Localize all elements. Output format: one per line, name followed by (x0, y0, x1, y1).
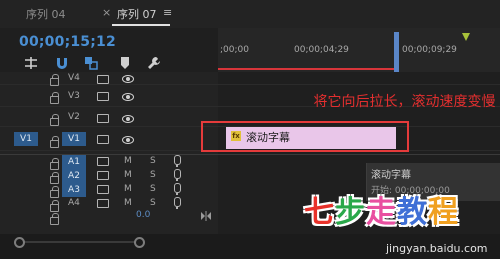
snap-magnet-icon[interactable] (54, 55, 70, 71)
mic-icon[interactable] (174, 183, 181, 195)
ruler-label-end: 00;00;09;29 (402, 45, 457, 55)
ruler-label-start: ;00;00 (220, 45, 249, 55)
eye-icon[interactable] (122, 93, 134, 101)
track-target-v1[interactable]: V1 (62, 132, 86, 146)
marker-icon[interactable] (462, 33, 470, 41)
insert-overwrite-icon[interactable] (23, 55, 39, 71)
tab-close-icon[interactable]: × (102, 6, 111, 19)
zoom-handle-left[interactable] (14, 237, 25, 248)
lock-icon[interactable] (50, 158, 59, 170)
lock-icon[interactable] (50, 186, 59, 198)
eye-icon[interactable] (122, 136, 134, 144)
tooltip-title: 滚动字幕 (371, 170, 411, 181)
lock-icon[interactable] (50, 92, 59, 104)
lock-icon[interactable] (50, 74, 59, 86)
watermark-url: jingyan.baidu.com (386, 242, 488, 255)
mic-icon[interactable] (174, 155, 181, 167)
track-label-v2: V2 (68, 112, 80, 122)
go-to-end-icon[interactable] (200, 211, 212, 221)
sync-lock-icon[interactable] (97, 185, 109, 194)
track-target-a1[interactable]: A1 (62, 155, 86, 169)
track-label-v3: V3 (68, 91, 80, 101)
track-label-a4: A4 (68, 198, 80, 208)
solo-button[interactable]: S (150, 170, 156, 180)
playhead-handle[interactable] (394, 32, 399, 72)
watermark-char: 七 (304, 195, 335, 230)
lock-icon[interactable] (50, 213, 59, 225)
solo-button[interactable]: S (150, 198, 156, 208)
track-target-a2[interactable]: A2 (62, 169, 86, 183)
mute-button[interactable]: M (124, 156, 132, 166)
add-marker-icon[interactable] (117, 55, 133, 71)
track-headers (0, 72, 218, 234)
watermark-char: 步 (335, 195, 366, 230)
playhead-timecode[interactable]: 00;00;15;12 (19, 34, 116, 50)
time-ruler[interactable]: ;00;00 00;00;04;29 00;00;09;29 (218, 28, 500, 73)
lock-icon[interactable] (50, 136, 59, 148)
lock-icon[interactable] (50, 114, 59, 126)
wrench-icon[interactable] (146, 55, 162, 71)
track-target-a3[interactable]: A3 (62, 183, 86, 197)
watermark-text: 七步走教程 (304, 187, 459, 231)
zoom-handle-right[interactable] (134, 237, 145, 248)
annotation-text: 将它向后拉长，滚动速度变慢 (313, 94, 496, 110)
track-label-v4: V4 (68, 73, 80, 83)
sync-lock-icon[interactable] (97, 199, 109, 208)
sync-lock-icon[interactable] (97, 171, 109, 180)
active-tab-indicator (112, 24, 170, 26)
render-bar (218, 68, 398, 70)
master-volume-value[interactable]: 0.0 (136, 210, 150, 220)
mute-button[interactable]: M (124, 198, 132, 208)
sync-lock-icon[interactable] (97, 135, 109, 144)
sequence-tab-bar: 序列 04 × 序列 07 ≡ (0, 0, 500, 28)
mic-icon[interactable] (174, 169, 181, 181)
mute-button[interactable]: M (124, 184, 132, 194)
tab-sequence-04[interactable]: 序列 04 (26, 6, 66, 24)
sync-lock-icon[interactable] (97, 75, 109, 84)
mute-button[interactable]: M (124, 170, 132, 180)
watermark-char: 走 (366, 195, 397, 230)
mic-icon[interactable] (174, 197, 181, 209)
ruler-label-mid: 00;00;04;29 (294, 45, 349, 55)
tab-sequence-07[interactable]: 序列 07 (117, 6, 157, 24)
solo-button[interactable]: S (150, 156, 156, 166)
sync-lock-icon[interactable] (97, 157, 109, 166)
lock-icon[interactable] (50, 200, 59, 212)
timeline-tools (0, 55, 218, 71)
panel-menu-icon[interactable]: ≡ (163, 6, 172, 19)
source-patch-v1[interactable]: V1 (14, 132, 38, 146)
linked-selection-icon[interactable] (83, 55, 99, 71)
eye-icon[interactable] (122, 115, 134, 123)
watermark-char: 教 (397, 195, 428, 230)
watermark-char: 程 (428, 195, 459, 230)
row-divider (0, 84, 500, 85)
lock-icon[interactable] (50, 172, 59, 184)
eye-icon[interactable] (122, 75, 134, 83)
zoom-scrollbar-track[interactable] (18, 241, 138, 243)
solo-button[interactable]: S (150, 184, 156, 194)
highlight-box (201, 121, 409, 152)
sync-lock-icon[interactable] (97, 114, 109, 123)
sync-lock-icon[interactable] (97, 92, 109, 101)
